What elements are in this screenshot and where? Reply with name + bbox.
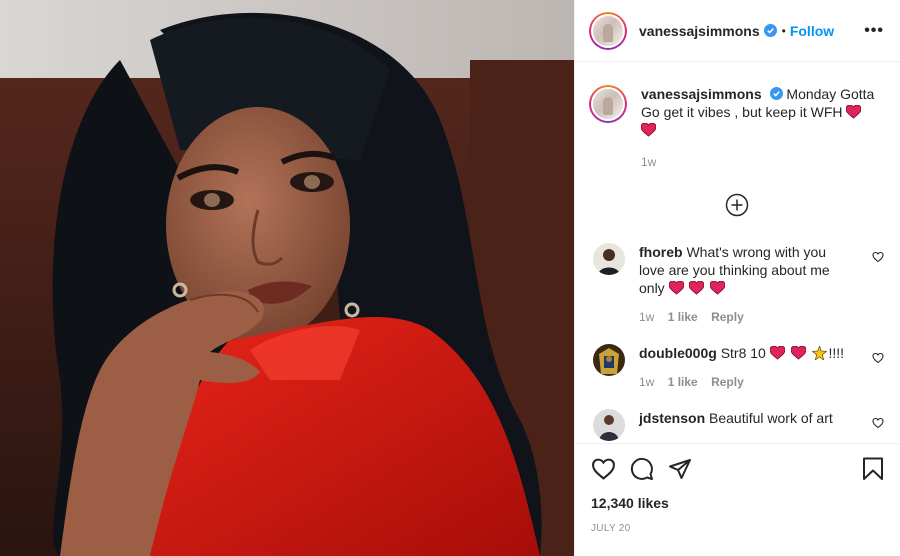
caption-body: vanessajsimmons Monday Gotta Go get it v… xyxy=(641,85,881,171)
caption-timestamp: 1w xyxy=(641,155,657,169)
commenter-username[interactable]: jdstenson xyxy=(639,410,705,426)
avatar[interactable] xyxy=(589,11,627,50)
comment-item: double000g Str8 10 !!!! 1w 1 like Reply xyxy=(589,344,884,391)
comment-text: Beautiful work of art xyxy=(709,410,833,426)
commenter-avatar[interactable] xyxy=(593,243,625,275)
plus-circle-icon[interactable] xyxy=(725,193,749,217)
like-comment-heart-icon[interactable] xyxy=(872,417,884,429)
comments-list[interactable]: vanessajsimmons Monday Gotta Go get it v… xyxy=(575,63,900,443)
caption-username[interactable]: vanessajsimmons xyxy=(641,86,762,102)
portrait-photo xyxy=(0,0,574,556)
comment-item: jdstenson Beautiful work of art xyxy=(589,409,884,441)
post-actions: 12,340 likes JULY 20 xyxy=(575,443,900,534)
post-caption: vanessajsimmons Monday Gotta Go get it v… xyxy=(589,63,884,171)
like-heart-icon[interactable] xyxy=(591,457,616,481)
more-options-button[interactable]: ••• xyxy=(864,22,884,40)
comment-body: jdstenson Beautiful work of art xyxy=(639,409,849,441)
reply-button[interactable]: Reply xyxy=(711,375,744,389)
red-heart-emoji-icon xyxy=(710,281,726,295)
red-heart-emoji-icon xyxy=(846,105,862,119)
verified-badge-icon xyxy=(769,87,783,100)
red-heart-emoji-icon xyxy=(769,346,785,360)
likes-count[interactable]: 12,340 likes xyxy=(591,495,884,511)
follow-button[interactable]: Follow xyxy=(790,23,834,39)
reply-button[interactable]: Reply xyxy=(711,310,744,324)
like-comment-heart-icon[interactable] xyxy=(872,251,884,263)
avatar-image xyxy=(593,15,623,46)
red-heart-emoji-icon xyxy=(790,346,806,360)
comment-suffix: !!!! xyxy=(828,345,845,361)
like-comment-heart-icon[interactable] xyxy=(872,352,884,364)
author-username[interactable]: vanessajsimmons xyxy=(639,23,760,39)
post-date[interactable]: JULY 20 xyxy=(591,523,884,534)
caption-avatar[interactable] xyxy=(589,85,627,123)
commenter-username[interactable]: fhoreb xyxy=(639,244,683,260)
verified-badge-icon xyxy=(763,24,777,37)
red-heart-emoji-icon xyxy=(641,123,656,137)
avatar-image xyxy=(593,89,623,119)
commenter-username[interactable]: double000g xyxy=(639,345,717,361)
bookmark-save-icon[interactable] xyxy=(862,457,884,481)
separator-dot: • xyxy=(781,23,786,38)
avatar-image xyxy=(593,243,625,275)
comment-bubble-icon[interactable] xyxy=(630,457,654,481)
red-heart-emoji-icon xyxy=(668,281,684,295)
post-photo[interactable] xyxy=(0,0,574,556)
action-icons xyxy=(591,456,884,482)
comment-body: double000g Str8 10 !!!! 1w 1 like Reply xyxy=(639,344,849,391)
comment-meta: 1w 1 like Reply xyxy=(639,373,849,391)
comment-timestamp: 1w xyxy=(639,375,655,389)
comment-body: fhoreb What's wrong with you love are yo… xyxy=(639,243,849,326)
commenter-avatar[interactable] xyxy=(593,344,625,376)
post-header: vanessajsimmons • Follow ••• xyxy=(575,0,900,62)
comment-text: Str8 10 xyxy=(720,345,766,361)
sparkle-star-emoji-icon xyxy=(811,346,827,360)
commenter-avatar[interactable] xyxy=(593,409,625,441)
comment-likes-count[interactable]: 1 like xyxy=(668,375,698,389)
load-more-comments[interactable] xyxy=(589,193,884,217)
comment-meta: 1w 1 like Reply xyxy=(639,308,849,326)
avatar-image xyxy=(593,409,625,441)
avatar-image xyxy=(593,344,625,376)
instagram-post: vanessajsimmons • Follow ••• vanessajsim… xyxy=(0,0,900,556)
share-paper-plane-icon[interactable] xyxy=(668,457,692,481)
comment-timestamp: 1w xyxy=(639,310,655,324)
red-heart-emoji-icon xyxy=(689,281,705,295)
comment-item: fhoreb What's wrong with you love are yo… xyxy=(589,243,884,326)
comment-likes-count[interactable]: 1 like xyxy=(668,310,698,324)
post-sidebar: vanessajsimmons • Follow ••• vanessajsim… xyxy=(574,0,900,556)
